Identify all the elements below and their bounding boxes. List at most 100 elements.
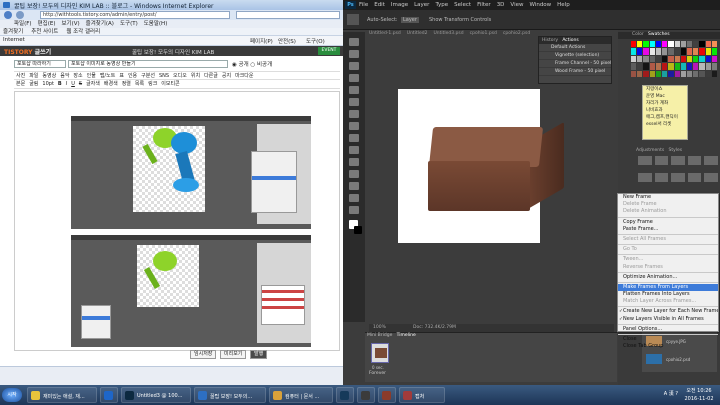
action-item[interactable]: Vignette (selection) — [539, 52, 611, 60]
bg-color-button[interactable]: 배경색 — [104, 80, 118, 88]
swatch[interactable] — [705, 70, 711, 77]
action-item[interactable]: Wood Frame - 50 pixel — [539, 68, 611, 76]
ps-menu-window[interactable]: Window — [529, 0, 551, 10]
context-menu-item[interactable]: Panel Options... — [618, 326, 718, 333]
eyedropper-tool[interactable] — [349, 98, 359, 106]
swatch[interactable] — [668, 55, 674, 63]
ps-menu-image[interactable]: Image — [391, 0, 408, 10]
swatch[interactable] — [686, 48, 693, 55]
bw-icon[interactable] — [671, 172, 685, 182]
swatch[interactable] — [699, 55, 705, 63]
swatch[interactable] — [649, 48, 655, 55]
swatch[interactable] — [637, 48, 643, 55]
swatch[interactable] — [649, 41, 655, 48]
ps-menu-layer[interactable]: Layer — [414, 0, 429, 10]
swatch[interactable] — [662, 41, 668, 48]
publish-button[interactable]: 발행 — [250, 350, 268, 359]
type-tool[interactable] — [349, 182, 359, 190]
list-button[interactable]: 목록 — [135, 80, 144, 88]
swatch[interactable] — [680, 70, 686, 77]
actions-panel-header[interactable]: History Actions — [539, 37, 611, 44]
doc-tab-1[interactable]: Untitled-1.psd — [369, 30, 401, 38]
swatch[interactable] — [655, 55, 662, 63]
swatch[interactable] — [711, 63, 717, 70]
swatch[interactable] — [649, 63, 655, 70]
lasso-tool[interactable] — [349, 62, 359, 70]
swatch[interactable] — [643, 55, 649, 63]
visibility-private[interactable]: 비공개 — [257, 62, 272, 68]
vibrance-icon[interactable] — [704, 156, 718, 165]
swatch[interactable] — [674, 41, 680, 48]
swatch[interactable] — [662, 63, 668, 70]
swatch[interactable] — [705, 55, 711, 63]
tool-file[interactable]: 파일 — [29, 72, 38, 79]
tool-divider[interactable]: 구분선 — [141, 72, 155, 79]
context-menu-item[interactable]: New Layers Visible in All Frames — [618, 316, 718, 323]
swatch[interactable] — [668, 63, 674, 70]
doc-tab-5[interactable]: cpohio2.psd — [503, 30, 530, 38]
swatch[interactable] — [655, 48, 662, 55]
font-color-button[interactable]: 글자색 — [86, 80, 100, 88]
ps-menu-help[interactable]: Help — [557, 0, 570, 10]
link-button[interactable]: 링크 — [148, 80, 157, 88]
swatch[interactable] — [680, 55, 686, 63]
gradient-tool[interactable] — [349, 158, 359, 166]
menu-edit[interactable]: 편집(E) — [38, 20, 56, 28]
taskbar-item[interactable]: 캡처 — [399, 387, 445, 403]
taskbar-item[interactable]: 꿀팁 보장! 모두의... — [194, 387, 266, 403]
swatch[interactable] — [711, 70, 717, 77]
swatch[interactable] — [699, 48, 705, 55]
context-menu-item[interactable]: Copy Frame — [618, 219, 718, 226]
preview-button[interactable]: 미리보기 — [220, 350, 247, 359]
swatch[interactable] — [705, 48, 711, 55]
swatch[interactable] — [631, 48, 637, 55]
save-draft-button[interactable]: 임시저장 — [190, 350, 217, 359]
swatch[interactable] — [662, 70, 668, 77]
tool-markdown[interactable]: 마크다운 — [235, 72, 253, 79]
loop-select[interactable]: Forever — [369, 371, 386, 376]
taskbar-item[interactable]: 컴퓨터 | 문서 ... — [269, 387, 333, 403]
swatch[interactable] — [655, 41, 662, 48]
ps-menu-file[interactable]: File — [359, 0, 368, 10]
swatches-header[interactable]: Color Swatches — [618, 32, 720, 39]
zoom-level[interactable]: 100% — [373, 325, 386, 330]
taskbar-item[interactable]: Untitled3 @ 100... — [121, 387, 191, 403]
timeline-tabs[interactable]: Mini Bridge Timeline — [367, 333, 416, 338]
ps-menu-type[interactable]: Type — [435, 0, 448, 10]
swatch[interactable] — [643, 70, 649, 77]
tool-table[interactable]: 표 — [119, 72, 124, 79]
tool-person[interactable]: 인물 — [87, 72, 96, 79]
url-input[interactable]: http://withtools.tistory.com/admin/entry… — [40, 11, 230, 19]
quick-select-tool[interactable] — [349, 74, 359, 82]
swatch[interactable] — [680, 48, 686, 55]
swatch[interactable] — [699, 63, 705, 70]
strike-button[interactable]: S — [79, 80, 82, 88]
swatch[interactable] — [693, 48, 699, 55]
font-select[interactable]: 굴림 — [29, 80, 38, 88]
swatch[interactable] — [699, 70, 705, 77]
swatch[interactable] — [668, 48, 674, 55]
menu-help[interactable]: 도움말(H) — [144, 20, 168, 28]
hue-icon[interactable] — [638, 172, 652, 182]
context-menu-item[interactable]: Paste Frame... — [618, 226, 718, 233]
paragraph-select[interactable]: 본문 — [16, 80, 25, 88]
swatch[interactable] — [693, 63, 699, 70]
tool-notice[interactable]: 공지 — [222, 72, 231, 79]
levels-icon[interactable] — [654, 156, 669, 165]
exposure-icon[interactable] — [687, 156, 702, 165]
doc-tab-3[interactable]: Untitled3.psd — [433, 30, 463, 38]
safety-menu[interactable]: 안전(S) — [278, 37, 296, 45]
swatch[interactable] — [655, 63, 662, 70]
swatch[interactable] — [655, 70, 662, 77]
swatch[interactable] — [686, 63, 693, 70]
background-color-icon[interactable] — [354, 226, 362, 234]
clone-tool[interactable] — [349, 134, 359, 142]
mixer-icon[interactable] — [704, 172, 718, 182]
swatch[interactable] — [680, 63, 686, 70]
ps-menu-select[interactable]: Select — [454, 0, 471, 10]
taskbar-item[interactable]: 재미있는 애설, 재... — [27, 387, 97, 403]
align-button[interactable]: 정렬 — [122, 80, 131, 88]
swatch[interactable] — [686, 55, 693, 63]
doc-tab-4[interactable]: cpohio1.psd — [470, 30, 497, 38]
clock[interactable]: 오전 10:26 2016-11-02 — [682, 387, 716, 403]
